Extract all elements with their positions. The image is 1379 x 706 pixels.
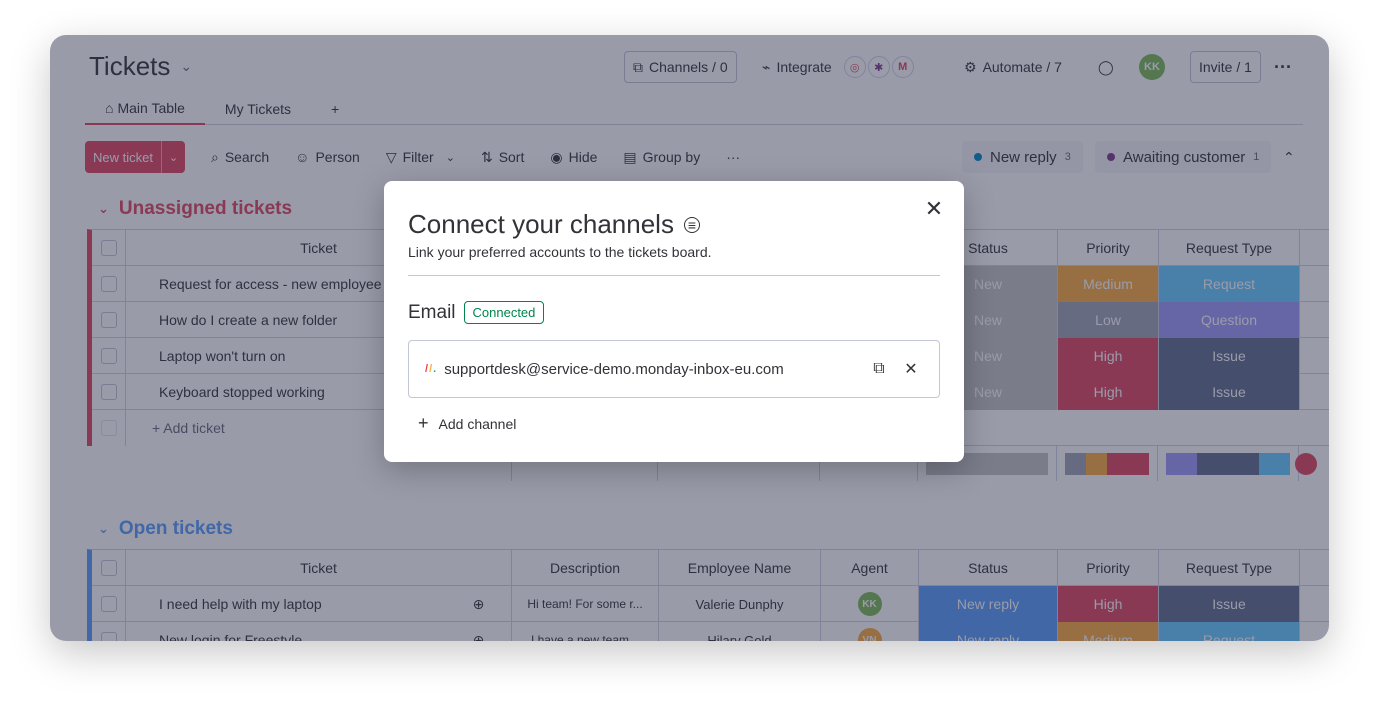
email-address[interactable]: supportdesk@service-demo.monday-inbox-eu… [444, 361, 859, 378]
email-section-header: Email Connected [408, 301, 545, 324]
email-channel-field: / /. supportdesk@service-demo.monday-inbo… [408, 340, 940, 398]
dialog-subtitle: Link your preferred accounts to the tick… [408, 244, 712, 260]
add-channel-label: Add channel [438, 415, 517, 432]
add-channel-button[interactable]: + Add channel [418, 413, 516, 434]
monday-logo-icon: / /. [425, 363, 437, 375]
status-badge: Connected [463, 301, 545, 324]
dialog-title: Connect your channels ≡ [408, 209, 700, 240]
dialog-title-text: Connect your channels [408, 209, 674, 239]
close-icon: ✕ [904, 361, 918, 378]
chat-icon: ≡ [683, 216, 700, 233]
connect-channels-dialog: ✕ Connect your channels ≡ Link your pref… [384, 181, 964, 462]
copy-icon: ⧉ [873, 360, 885, 377]
divider [408, 275, 940, 276]
plus-icon: + [418, 413, 429, 433]
close-button[interactable]: ✕ [922, 196, 946, 221]
close-icon: ✕ [924, 196, 944, 221]
remove-channel-button[interactable]: ✕ [899, 357, 923, 381]
email-section-label: Email [408, 301, 456, 323]
copy-button[interactable]: ⧉ [867, 357, 891, 381]
